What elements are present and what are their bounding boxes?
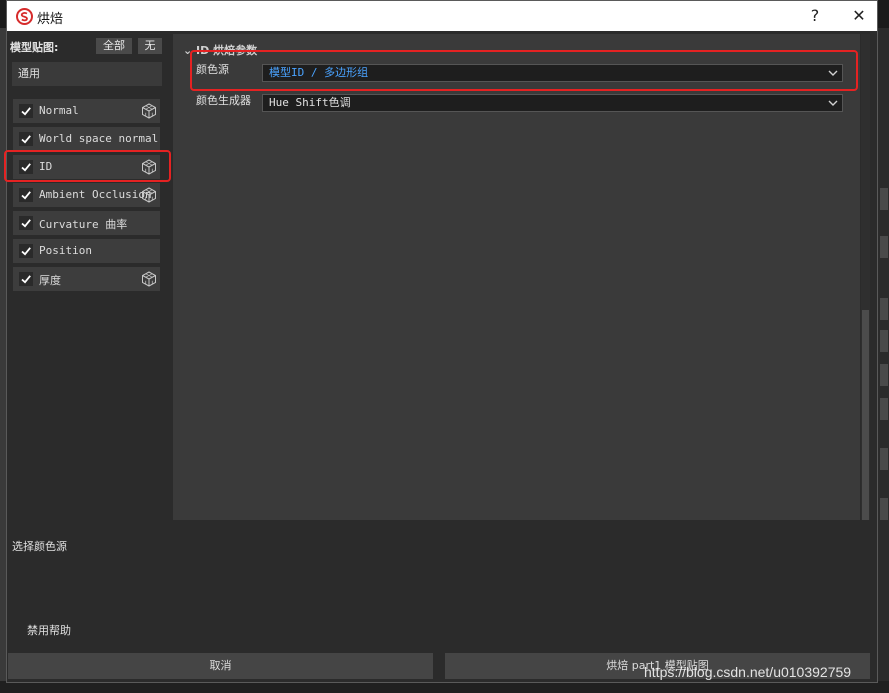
map-item[interactable]: Position [13,239,160,263]
color-generator-select[interactable]: Hue Shift色调 [262,94,843,112]
select-none-button[interactable]: 无 [138,38,162,54]
map-item-label: Curvature 曲率 [39,218,128,231]
checkbox-check-icon[interactable] [19,216,33,230]
checkbox-check-icon[interactable] [19,132,33,146]
close-button[interactable]: ✕ [837,1,881,31]
parameters-scrollbar[interactable] [861,34,870,520]
mesh-cube-icon[interactable] [141,103,157,119]
cancel-button[interactable]: 取消 [8,653,433,679]
map-item-label: Position [39,244,92,257]
mesh-cube-icon[interactable] [141,271,157,287]
map-item-label: Normal [39,104,79,117]
window-title: 烘焙 [37,12,64,27]
select-all-button[interactable]: 全部 [96,38,132,54]
watermark-url: https://blog.csdn.net/u010392759 [644,664,852,680]
color-source-highlight-box [190,50,858,91]
title-bar: 烘焙 ? ✕ [7,1,877,31]
checkbox-check-icon[interactable] [19,272,33,286]
map-item-label: World space normal [39,132,159,145]
map-item[interactable]: Ambient Occlusion [13,183,160,207]
map-item[interactable]: Normal [13,99,160,123]
chevron-down-icon [828,100,838,106]
help-hint-text: 选择颜色源 [12,540,67,553]
map-item[interactable]: World space normal [13,127,160,151]
substance-logo-icon [16,8,33,25]
background-right-strip [878,28,889,693]
color-generator-label: 颜色生成器 [196,94,251,107]
help-button[interactable]: ? [793,1,837,31]
color-generator-value: Hue Shift色调 [269,96,351,109]
map-item[interactable]: Curvature 曲率 [13,211,160,235]
mesh-cube-icon[interactable] [141,187,157,203]
map-item[interactable]: 厚度 [13,267,160,291]
checkbox-check-icon[interactable] [19,188,33,202]
id-highlight-box [4,150,171,182]
disable-help-link[interactable]: 禁用帮助 [27,622,71,638]
checkbox-check-icon[interactable] [19,244,33,258]
scrollbar-thumb[interactable] [862,310,869,520]
checkbox-check-icon[interactable] [19,104,33,118]
map-item-label: 厚度 [39,274,61,287]
model-maps-header: 模型贴图: [10,41,59,54]
preset-selector[interactable]: 通用 [12,62,162,86]
map-item-label: Ambient Occlusion [39,188,152,201]
